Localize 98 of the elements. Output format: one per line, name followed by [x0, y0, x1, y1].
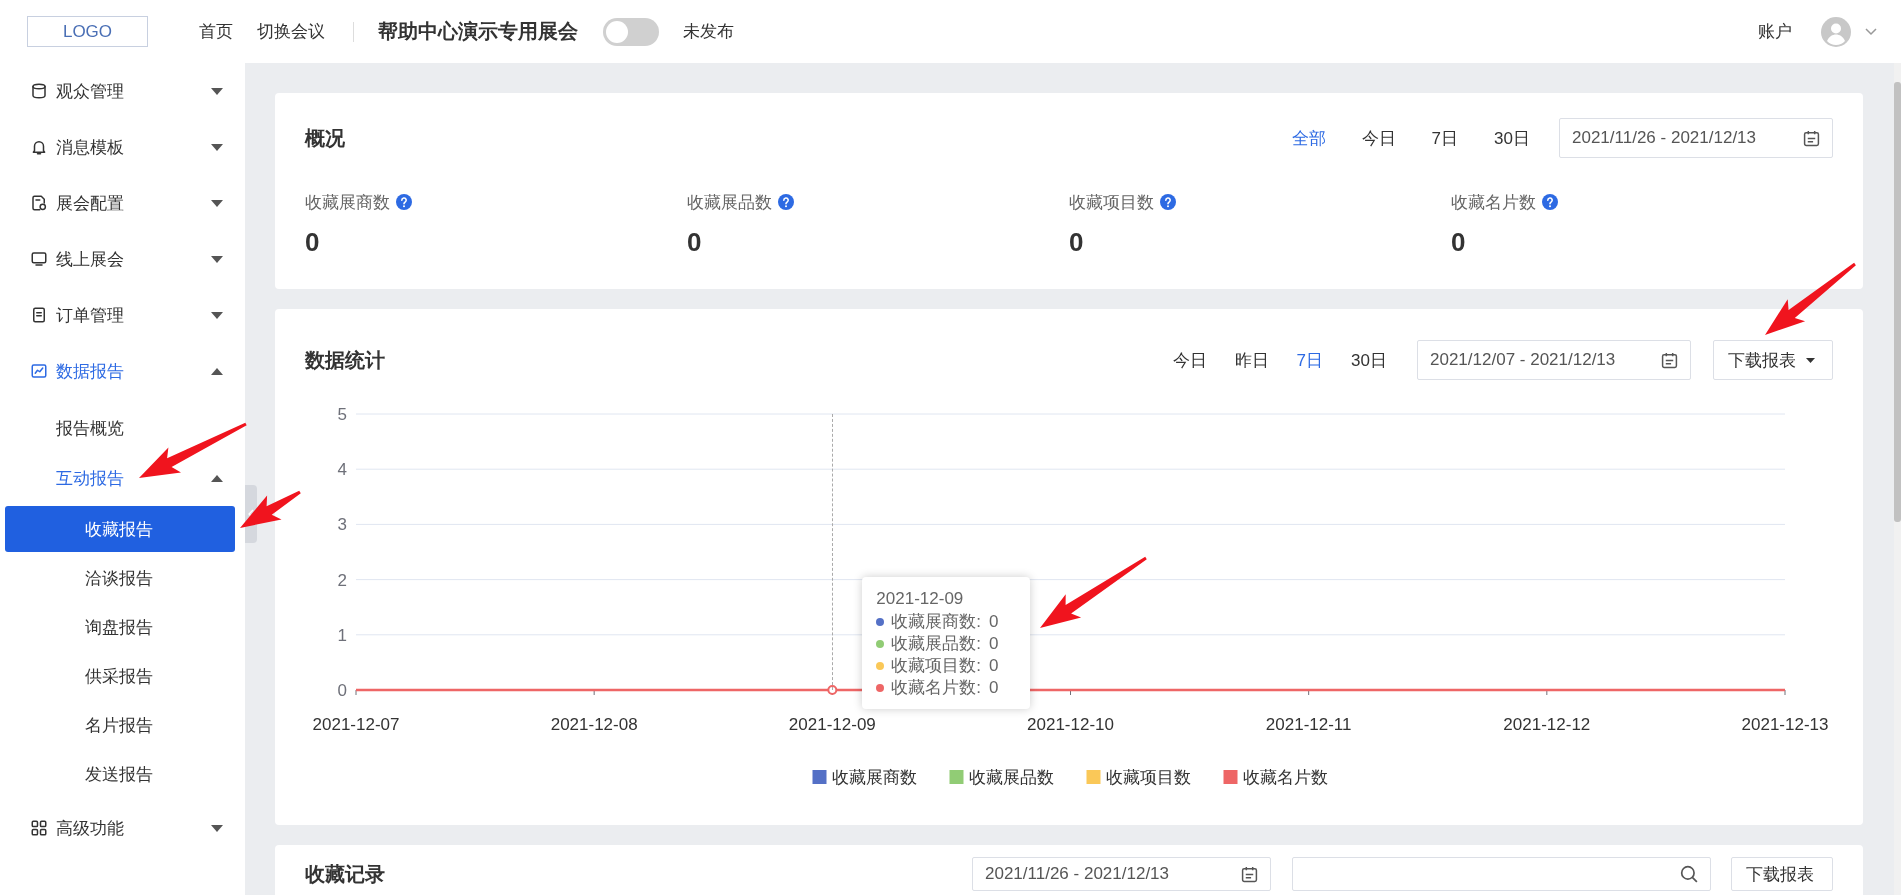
legend-marker[interactable] [812, 770, 827, 784]
search-icon [1680, 865, 1698, 883]
legend-label[interactable]: 收藏展品数 [968, 768, 1054, 787]
card-title: 收藏记录 [305, 861, 385, 887]
stat-label: 收藏名片数 [1451, 191, 1536, 214]
legend-marker[interactable] [1223, 770, 1238, 784]
tooltip-value: 0 [989, 633, 999, 655]
sidebar-item[interactable]: 观众管理 [0, 63, 245, 119]
range-tab[interactable]: 30日 [1494, 126, 1530, 150]
legend-marker[interactable] [949, 770, 964, 784]
range-tab[interactable]: 全部 [1291, 126, 1326, 150]
sidebar-item[interactable]: 高级功能 [0, 800, 245, 856]
range-tab[interactable]: 7日 [1296, 348, 1324, 372]
range-tab[interactable]: 7日 [1431, 126, 1459, 150]
stat-label: 收藏展品数 [687, 191, 772, 214]
tooltip-label: 收藏项目数: [891, 655, 982, 677]
line-chart-icon [30, 362, 48, 380]
stat-value: 0 [1451, 226, 1467, 258]
data-point[interactable] [827, 685, 838, 695]
avatar-icon [1821, 16, 1851, 47]
logo[interactable]: LOGO [27, 16, 148, 47]
publish-toggle[interactable] [603, 17, 659, 46]
account-link[interactable]: 账户 [1758, 20, 1792, 43]
calendar-icon [1803, 129, 1820, 147]
document-icon [30, 306, 48, 324]
card-title: 数据统计 [305, 347, 385, 373]
nav-link[interactable]: 切换会议 [257, 20, 325, 43]
search-field[interactable] [1292, 857, 1711, 891]
help-icon [778, 194, 794, 210]
help-icon [396, 194, 412, 210]
help-icon [1160, 194, 1176, 210]
sidebar-subitem[interactable]: 名片报告 [5, 702, 235, 748]
range-tab[interactable]: 30日 [1351, 348, 1387, 372]
calendar-icon [1661, 351, 1678, 369]
date-range-field[interactable]: 2021/11/26 - 2021/12/13 [1559, 118, 1833, 158]
legend-label[interactable]: 收藏项目数 [1105, 768, 1191, 787]
axis-label: 4 [337, 460, 347, 480]
axis-label: 5 [337, 405, 347, 424]
download-button[interactable]: 下载报表 [1713, 340, 1833, 380]
legend-marker[interactable] [1086, 770, 1101, 784]
axis-label: 1 [337, 625, 347, 645]
calendar-icon [1241, 865, 1258, 883]
date-range-field[interactable]: 2021/11/26 - 2021/12/13 [972, 857, 1271, 891]
sidebar-subitem[interactable]: 询盘报告 [5, 604, 235, 650]
scrollbar[interactable] [1894, 82, 1901, 522]
publish-status: 未发布 [683, 21, 734, 43]
event-title: 帮助中心演示专用展会 [378, 19, 578, 44]
sidebar-subitem[interactable]: 发送报告 [5, 751, 235, 797]
sidebar-item[interactable]: 展会配置 [0, 175, 245, 231]
annotation-arrow [240, 490, 301, 528]
tooltip-title: 2021-12-09 [876, 588, 965, 610]
monitor-icon [30, 250, 48, 268]
stat-value: 0 [1069, 226, 1085, 258]
database-icon [30, 82, 48, 100]
range-tab[interactable]: 昨日 [1234, 348, 1269, 372]
axis-label: 2021-12-10 [1027, 715, 1114, 734]
sidebar-subitem[interactable]: 报告概览 [0, 403, 245, 453]
stat-value: 0 [305, 226, 321, 258]
axis-label: 2021-12-07 [312, 715, 400, 734]
download-button[interactable]: 下载报表 [1731, 857, 1833, 891]
nav-link[interactable]: 首页 [199, 20, 233, 43]
range-tab[interactable]: 今日 [1361, 126, 1396, 150]
tooltip-value: 0 [989, 611, 999, 633]
sidebar-item[interactable]: 订单管理 [0, 287, 245, 343]
legend-label[interactable]: 收藏展商数 [831, 768, 917, 787]
tooltip-label: 收藏名片数: [891, 677, 982, 699]
range-tab[interactable]: 今日 [1172, 348, 1207, 372]
chevron-down-icon [1865, 27, 1877, 36]
axis-label: 2021-12-13 [1741, 715, 1829, 734]
tooltip-value: 0 [989, 655, 999, 677]
card-title: 概况 [305, 125, 345, 151]
sidebar-item[interactable]: 数据报告 [0, 343, 245, 399]
date-range-field[interactable]: 2021/12/07 - 2021/12/13 [1417, 340, 1691, 380]
sidebar-subitem[interactable]: 洽谈报告 [5, 555, 235, 601]
sidebar-item[interactable]: 消息模板 [0, 119, 245, 175]
file-gear-icon [30, 194, 48, 212]
caret-down-icon [1806, 357, 1815, 363]
axis-label: 2021-12-12 [1503, 715, 1591, 734]
axis-label: 3 [337, 515, 347, 535]
sidebar-item[interactable]: 线上展会 [0, 231, 245, 287]
grid-icon [30, 819, 48, 837]
stat-label: 收藏项目数 [1069, 191, 1154, 214]
tooltip-value: 0 [989, 677, 999, 699]
sidebar-subitem[interactable]: 收藏报告 [5, 506, 235, 552]
axis-label: 2021-12-11 [1265, 715, 1352, 734]
axis-label: 2 [337, 570, 347, 590]
help-icon [1542, 194, 1558, 210]
stat-value: 0 [687, 226, 703, 258]
sidebar-subitem[interactable]: 供采报告 [5, 653, 235, 699]
legend-label[interactable]: 收藏名片数 [1242, 768, 1328, 787]
sidebar-subitem[interactable]: 互动报告 [0, 453, 245, 503]
axis-label: 2021-12-08 [550, 715, 638, 734]
axis-label: 0 [337, 681, 347, 700]
tooltip-label: 收藏展商数: [891, 611, 982, 633]
bell-icon [30, 138, 48, 156]
axis-label: 2021-12-09 [788, 715, 876, 734]
tooltip-label: 收藏展品数: [891, 633, 982, 655]
stat-label: 收藏展商数 [305, 191, 390, 214]
